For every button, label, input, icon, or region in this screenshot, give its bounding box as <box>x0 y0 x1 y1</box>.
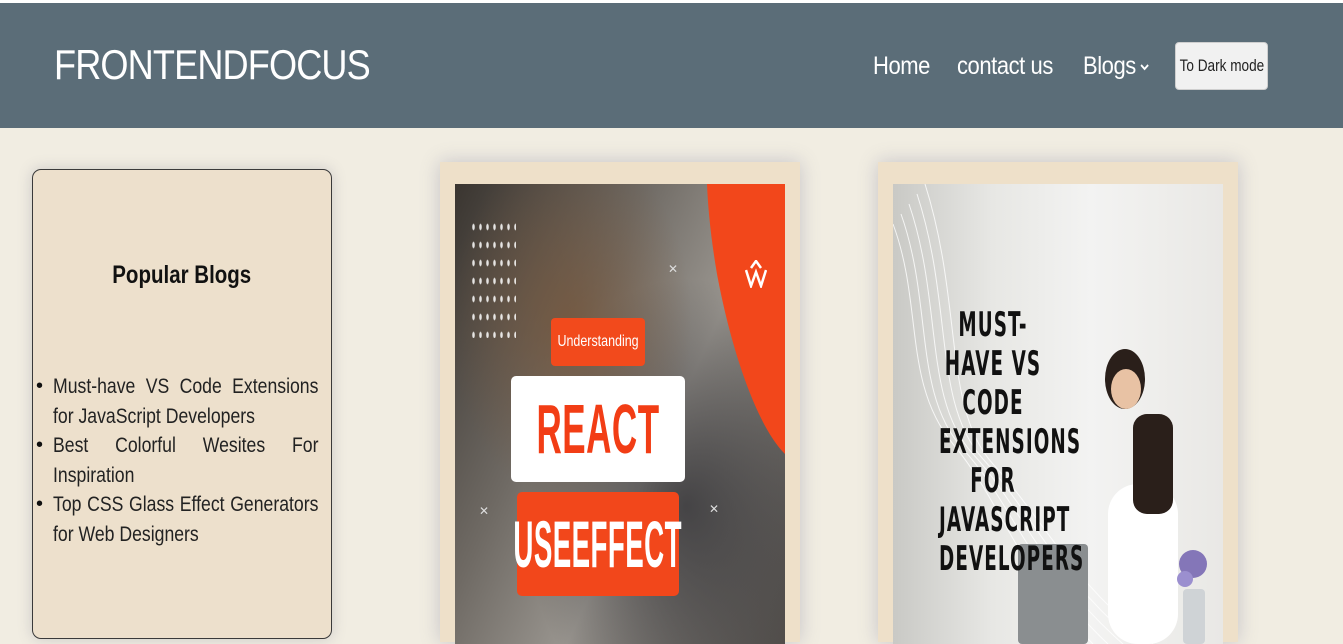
topic-chip: Understanding <box>551 318 645 366</box>
site-header: FRONTENDFOCUS Home contact us Blogs To D… <box>0 3 1343 128</box>
popular-blog-item[interactable]: Best Colorful Wesites For Inspiration <box>36 431 319 490</box>
popular-blogs-panel: Popular Blogs Must-have VS Code Extensio… <box>32 169 332 639</box>
popular-blog-item-label: Top CSS Glass Effect Generators for Web … <box>53 493 319 546</box>
blog-card-thumbnail: MUST-HAVE VS CODE EXTENSIONS FOR JAVASCR… <box>893 184 1223 644</box>
title-line-2: USEEFFECT <box>514 492 682 596</box>
popular-blog-item[interactable]: Must-have VS Code Extensions for JavaScr… <box>36 372 319 431</box>
popular-blog-item-label: Best Colorful Wesites For Inspiration <box>53 434 319 487</box>
blog-card-headline: MUST-HAVE VS CODE EXTENSIONS FOR JAVASCR… <box>939 305 1085 579</box>
chevron-down-icon <box>1140 58 1149 75</box>
blog-card-react-useeffect[interactable]: ✕ ✕ ✕ Understanding REACT USEEFFECT <box>440 162 800 644</box>
brand-w-icon <box>744 258 768 295</box>
x-mark-icon: ✕ <box>668 262 679 276</box>
x-mark-icon: ✕ <box>479 504 490 518</box>
dark-mode-toggle-button[interactable]: To Dark mode <box>1175 42 1268 90</box>
dark-mode-button-label: To Dark mode <box>1179 56 1264 75</box>
popular-blog-item[interactable]: Top CSS Glass Effect Generators for Web … <box>36 490 319 549</box>
nav-contact-link[interactable]: contact us <box>957 52 1053 81</box>
popular-blog-item-label: Must-have VS Code Extensions for JavaScr… <box>53 375 319 428</box>
dot-pattern <box>470 218 516 338</box>
popular-blogs-list: Must-have VS Code Extensions for JavaScr… <box>36 372 319 549</box>
x-mark-icon: ✕ <box>709 502 720 516</box>
nav-blogs-label: Blogs <box>1083 52 1136 80</box>
nav-blogs-dropdown[interactable]: Blogs <box>1083 52 1149 81</box>
nav-home-link[interactable]: Home <box>873 52 930 81</box>
blog-card-vscode-extensions[interactable]: MUST-HAVE VS CODE EXTENSIONS FOR JAVASCR… <box>878 162 1238 644</box>
blog-card-thumbnail: ✕ ✕ ✕ Understanding REACT USEEFFECT <box>455 184 785 644</box>
site-logo[interactable]: FRONTENDFOCUS <box>54 41 371 89</box>
title-line-1: REACT <box>511 376 685 482</box>
popular-blogs-title: Popular Blogs <box>112 261 252 289</box>
